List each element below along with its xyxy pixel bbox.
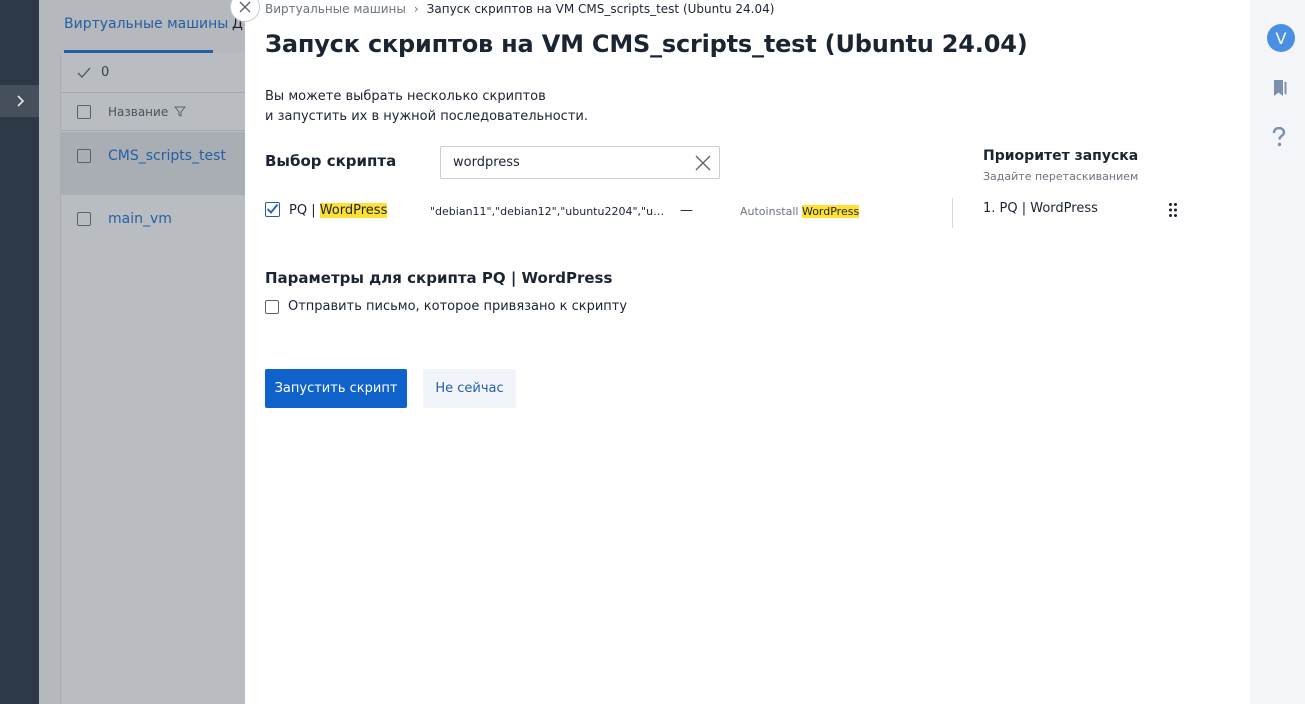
send-email-label: Отправить письмо, которое привязано к ск… [288, 299, 628, 314]
checkmark-icon [266, 203, 279, 214]
run-scripts-modal: Виртуальные машины › Запуск скриптов на … [245, 0, 1250, 704]
search-highlight: WordPress [801, 205, 860, 218]
divider [952, 198, 953, 228]
script-tag-prefix: Autoinstall [740, 205, 802, 218]
table-row[interactable]: main_vm [61, 195, 246, 258]
close-icon [239, 1, 251, 13]
help-icon[interactable] [1272, 127, 1286, 147]
description-line-2: и запустить их в нужной последовательнос… [265, 109, 588, 124]
priority-number: 1. [983, 201, 996, 216]
vm-name-link[interactable]: CMS_scripts_test [108, 148, 226, 164]
script-dash: — [680, 203, 693, 218]
page-title: Запуск скриптов на VM CMS_scripts_test (… [265, 30, 1028, 58]
background-page: Виртуальные машины Д 0 Название CMS_scri… [39, 0, 246, 704]
description-line-1: Вы можете выбрать несколько скриптов [265, 89, 546, 104]
priority-script-name: PQ | WordPress [999, 201, 1098, 216]
priority-subtitle: Задайте перетаскиванием [983, 170, 1139, 183]
breadcrumb-current: Запуск скриптов на VM CMS_scripts_test (… [426, 2, 775, 16]
clear-search-icon[interactable] [693, 153, 713, 173]
params-title: Параметры для скрипта PQ | WordPress [265, 269, 613, 287]
selected-count: 0 [101, 65, 110, 80]
script-name: PQ | WordPress [289, 203, 388, 218]
row-checkbox[interactable] [77, 148, 91, 163]
script-name-prefix: PQ | [289, 203, 320, 218]
script-checkbox[interactable] [265, 202, 280, 217]
priority-list-item[interactable]: 1. PQ | WordPress [983, 201, 1183, 221]
priority-title: Приоритет запуска [983, 148, 1139, 164]
filter-icon[interactable] [174, 106, 187, 117]
background-tabs: Виртуальные машины Д [39, 0, 245, 53]
expand-nav-button[interactable] [0, 85, 39, 117]
run-script-button[interactable]: Запустить скрипт [265, 369, 407, 408]
vm-name-link[interactable]: main_vm [108, 211, 172, 227]
check-icon [77, 67, 91, 78]
not-now-button[interactable]: Не сейчас [423, 369, 516, 408]
right-rail: V [1250, 0, 1305, 704]
search-highlight: WordPress [319, 203, 388, 218]
tab-virtual-machines[interactable]: Виртуальные машины [64, 16, 228, 32]
avatar[interactable]: V [1267, 24, 1295, 52]
send-email-option[interactable]: Отправить письмо, которое привязано к ск… [265, 299, 627, 314]
row-checkbox[interactable] [77, 211, 91, 226]
select-all-checkbox[interactable] [77, 104, 91, 119]
script-search-field [440, 146, 720, 179]
table-header: Название [61, 93, 246, 131]
send-email-checkbox[interactable] [265, 299, 279, 314]
column-name: Название [108, 104, 169, 119]
script-search-input[interactable] [453, 155, 683, 170]
table-toolbar: 0 [61, 53, 246, 93]
script-list-item[interactable]: PQ | WordPress "debian11","debian12","ub… [265, 200, 945, 224]
script-tag: Autoinstall WordPress [740, 205, 860, 218]
breadcrumb: Виртуальные машины › Запуск скриптов на … [265, 2, 774, 16]
chevron-right-icon [16, 95, 24, 107]
script-os-list: "debian11","debian12","ubuntu2204","ubun… [430, 205, 670, 218]
description: Вы можете выбрать несколько скриптов и з… [265, 87, 588, 127]
breadcrumb-separator: › [413, 2, 419, 16]
table-row[interactable]: CMS_scripts_test [61, 132, 246, 195]
bookmarks-icon[interactable] [1272, 79, 1288, 97]
script-select-label: Выбор скрипта [265, 152, 397, 170]
vm-table: 0 Название CMS_scripts_test main_vm [60, 53, 246, 704]
breadcrumb-parent-link[interactable]: Виртуальные машины [265, 2, 406, 16]
left-nav [0, 0, 39, 704]
drag-handle-icon[interactable] [1168, 202, 1178, 218]
